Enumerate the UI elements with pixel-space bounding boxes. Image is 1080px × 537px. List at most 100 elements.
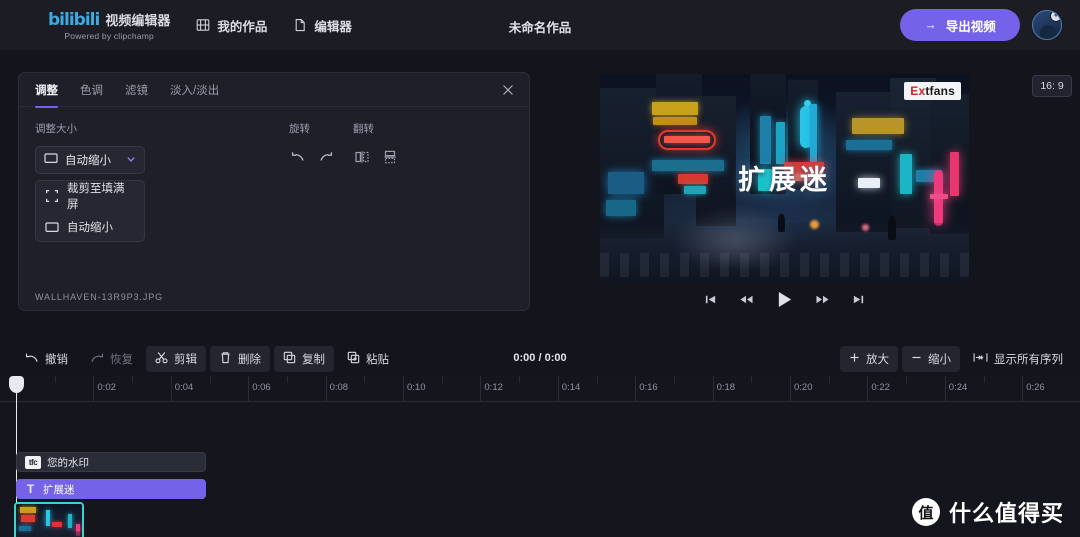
brand-tagline: Powered by clipchamp — [64, 30, 154, 41]
skip-end-button[interactable] — [852, 293, 865, 306]
playhead-knob[interactable] — [9, 376, 24, 393]
aspect-ratio-button[interactable]: 16: 9 — [1032, 75, 1072, 97]
clip-text[interactable]: T 扩展迷 — [16, 479, 206, 499]
close-icon[interactable] — [501, 83, 515, 97]
play-button[interactable] — [776, 290, 793, 309]
export-video-button[interactable]: → 导出视频 — [900, 9, 1020, 41]
timeline-ruler[interactable]: 0:02 0:04 0:06 0:08 0:10 0:12 0:14 0:16 0:18 0:20… — [0, 376, 1080, 402]
brand-product-name: 视频编辑器 — [105, 13, 171, 28]
ruler-label: 0:26 — [1026, 382, 1045, 393]
nav-item-editor[interactable]: 编辑器 — [293, 16, 352, 35]
text-T-glyph: T — [26, 482, 35, 496]
bilibili-logo: bilibili — [48, 9, 100, 30]
ruler-tick-minor — [54, 376, 56, 383]
clip-video[interactable] — [14, 502, 84, 537]
fit-icon — [45, 221, 59, 233]
dropdown-option-crop-fill-label: 裁剪至填满屏 — [67, 183, 125, 211]
clip-watermark[interactable]: tfc 您的水印 — [16, 452, 206, 472]
ruler-label: 0:14 — [561, 382, 581, 393]
tab-adjust[interactable]: 调整 — [35, 73, 58, 108]
paste-icon — [347, 351, 360, 367]
video-preview[interactable]: 扩展迷 Extfans — [600, 74, 969, 283]
smzdm-logo-icon: 值 — [911, 498, 940, 526]
delete-button[interactable]: 删除 — [210, 346, 270, 372]
rotate-label: 旋转 — [289, 123, 310, 135]
skip-start-button[interactable] — [704, 293, 717, 306]
rotate-ccw-icon[interactable] — [289, 148, 307, 166]
nav-label-my-works: 我的作品 — [217, 19, 268, 34]
ruler-label: 0:20 — [794, 382, 813, 393]
preview-text-overlay: 扩展迷 — [738, 165, 831, 195]
panel-body: 调整大小 自动缩小 裁剪至填满屏 自动缩小 旋转 翻转 WALLHAVEN-13… — [19, 107, 529, 311]
avatar[interactable]: ✦ — [1032, 10, 1062, 40]
resize-dropdown[interactable]: 自动缩小 — [35, 146, 145, 174]
panel-tab-bar: 调整 色调 滤镜 淡入/淡出 — [19, 73, 529, 108]
clip-watermark-label: 您的水印 — [47, 456, 89, 469]
ruler-label: 0:24 — [948, 382, 968, 393]
smzdm-watermark-text: 什么值得买 — [948, 501, 1064, 526]
fast-forward-button[interactable] — [815, 293, 830, 306]
dropdown-option-auto-fit[interactable]: 自动缩小 — [36, 211, 144, 241]
undo-label: 撤销 — [45, 354, 68, 366]
brand-logo[interactable]: bilibili 视频编辑器 Powered by clipchamp — [48, 10, 170, 41]
ruler-tick-minor — [983, 376, 985, 383]
redo-button[interactable]: 恢复 — [81, 346, 142, 372]
ruler-label: 0:04 — [174, 382, 194, 393]
undo-button[interactable]: 撤销 — [16, 346, 77, 372]
dropdown-option-auto-fit-label: 自动缩小 — [67, 221, 113, 234]
ruler-tick-minor — [828, 376, 830, 383]
tab-fade-label: 淡入/淡出 — [170, 84, 220, 97]
ruler-tick-minor — [209, 376, 211, 383]
tab-filter-label: 滤镜 — [125, 84, 148, 97]
copy-button[interactable]: 复制 — [274, 346, 334, 372]
watermark-suffix: tfans — [925, 84, 955, 98]
paste-button[interactable]: 粘贴 — [338, 346, 398, 372]
fit-icon — [44, 151, 58, 169]
split-button[interactable]: 剪辑 — [146, 346, 206, 372]
redo-label: 恢复 — [110, 354, 133, 366]
zoom-out-button[interactable]: 缩小 — [902, 346, 960, 372]
ruler-tick-minor — [596, 376, 598, 383]
ruler-label: 0:16 — [639, 382, 658, 393]
ruler-label: 0:22 — [871, 382, 890, 393]
flip-horizontal-icon[interactable] — [353, 148, 371, 166]
arrow-right-icon: → — [924, 18, 937, 32]
properties-panel: 调整 色调 滤镜 淡入/淡出 调整大小 自动缩小 裁剪至填满屏 自动缩小 旋转 … — [18, 72, 530, 311]
ruler-tick-minor — [751, 376, 753, 383]
dropdown-option-crop-fill[interactable]: 裁剪至填满屏 — [36, 181, 144, 211]
tab-filter[interactable]: 滤镜 — [125, 73, 148, 107]
action-buttons: 撤销 恢复 剪辑 删除 复制 粘贴 — [16, 346, 398, 372]
ruler-label: 0:18 — [716, 382, 736, 393]
watermark-prefix: Ex — [910, 84, 926, 98]
rewind-button[interactable] — [739, 293, 754, 306]
flip-label: 翻转 — [353, 123, 374, 135]
flip-group: 翻转 — [353, 121, 399, 166]
ruler-tick-minor — [441, 376, 443, 383]
resize-dropdown-group: 自动缩小 裁剪至填满屏 自动缩小 — [35, 146, 145, 242]
editor-action-bar: 撤销 恢复 剪辑 删除 复制 粘贴 0:00 / 0:00 放大 缩小 显示所有… — [0, 343, 1080, 375]
tab-color[interactable]: 色调 — [80, 73, 103, 107]
zoom-in-label: 放大 — [866, 354, 889, 366]
avatar-badge-icon: ✦ — [1050, 11, 1061, 22]
tab-color-label: 色调 — [80, 84, 103, 97]
redo-icon — [90, 352, 104, 367]
timeline-tracks: tfc 您的水印 T 扩展迷 — [0, 402, 1080, 537]
ruler-tick-minor — [132, 376, 134, 383]
tab-fade[interactable]: 淡入/淡出 — [170, 73, 219, 107]
ruler-tick-minor — [906, 376, 908, 383]
fit-all-button[interactable]: 显示所有序列 — [964, 346, 1072, 372]
nav-item-my-works[interactable]: 我的作品 — [196, 16, 267, 35]
ruler-tick-minor — [364, 376, 366, 383]
clip-text-label: 扩展迷 — [43, 483, 75, 496]
export-button-label: 导出视频 — [945, 19, 996, 34]
delete-label: 删除 — [238, 354, 261, 366]
logo-icon: tfc — [25, 455, 41, 469]
file-icon — [293, 18, 307, 32]
rotate-cw-icon[interactable] — [317, 148, 335, 166]
top-navigation: 我的作品 编辑器 — [196, 16, 352, 35]
zoom-in-button[interactable]: 放大 — [840, 346, 898, 372]
copy-icon — [283, 351, 296, 367]
top-right-controls: → 导出视频 ✦ — [900, 9, 1062, 41]
tab-adjust-label: 调整 — [35, 84, 58, 97]
flip-vertical-icon[interactable] — [381, 148, 399, 166]
